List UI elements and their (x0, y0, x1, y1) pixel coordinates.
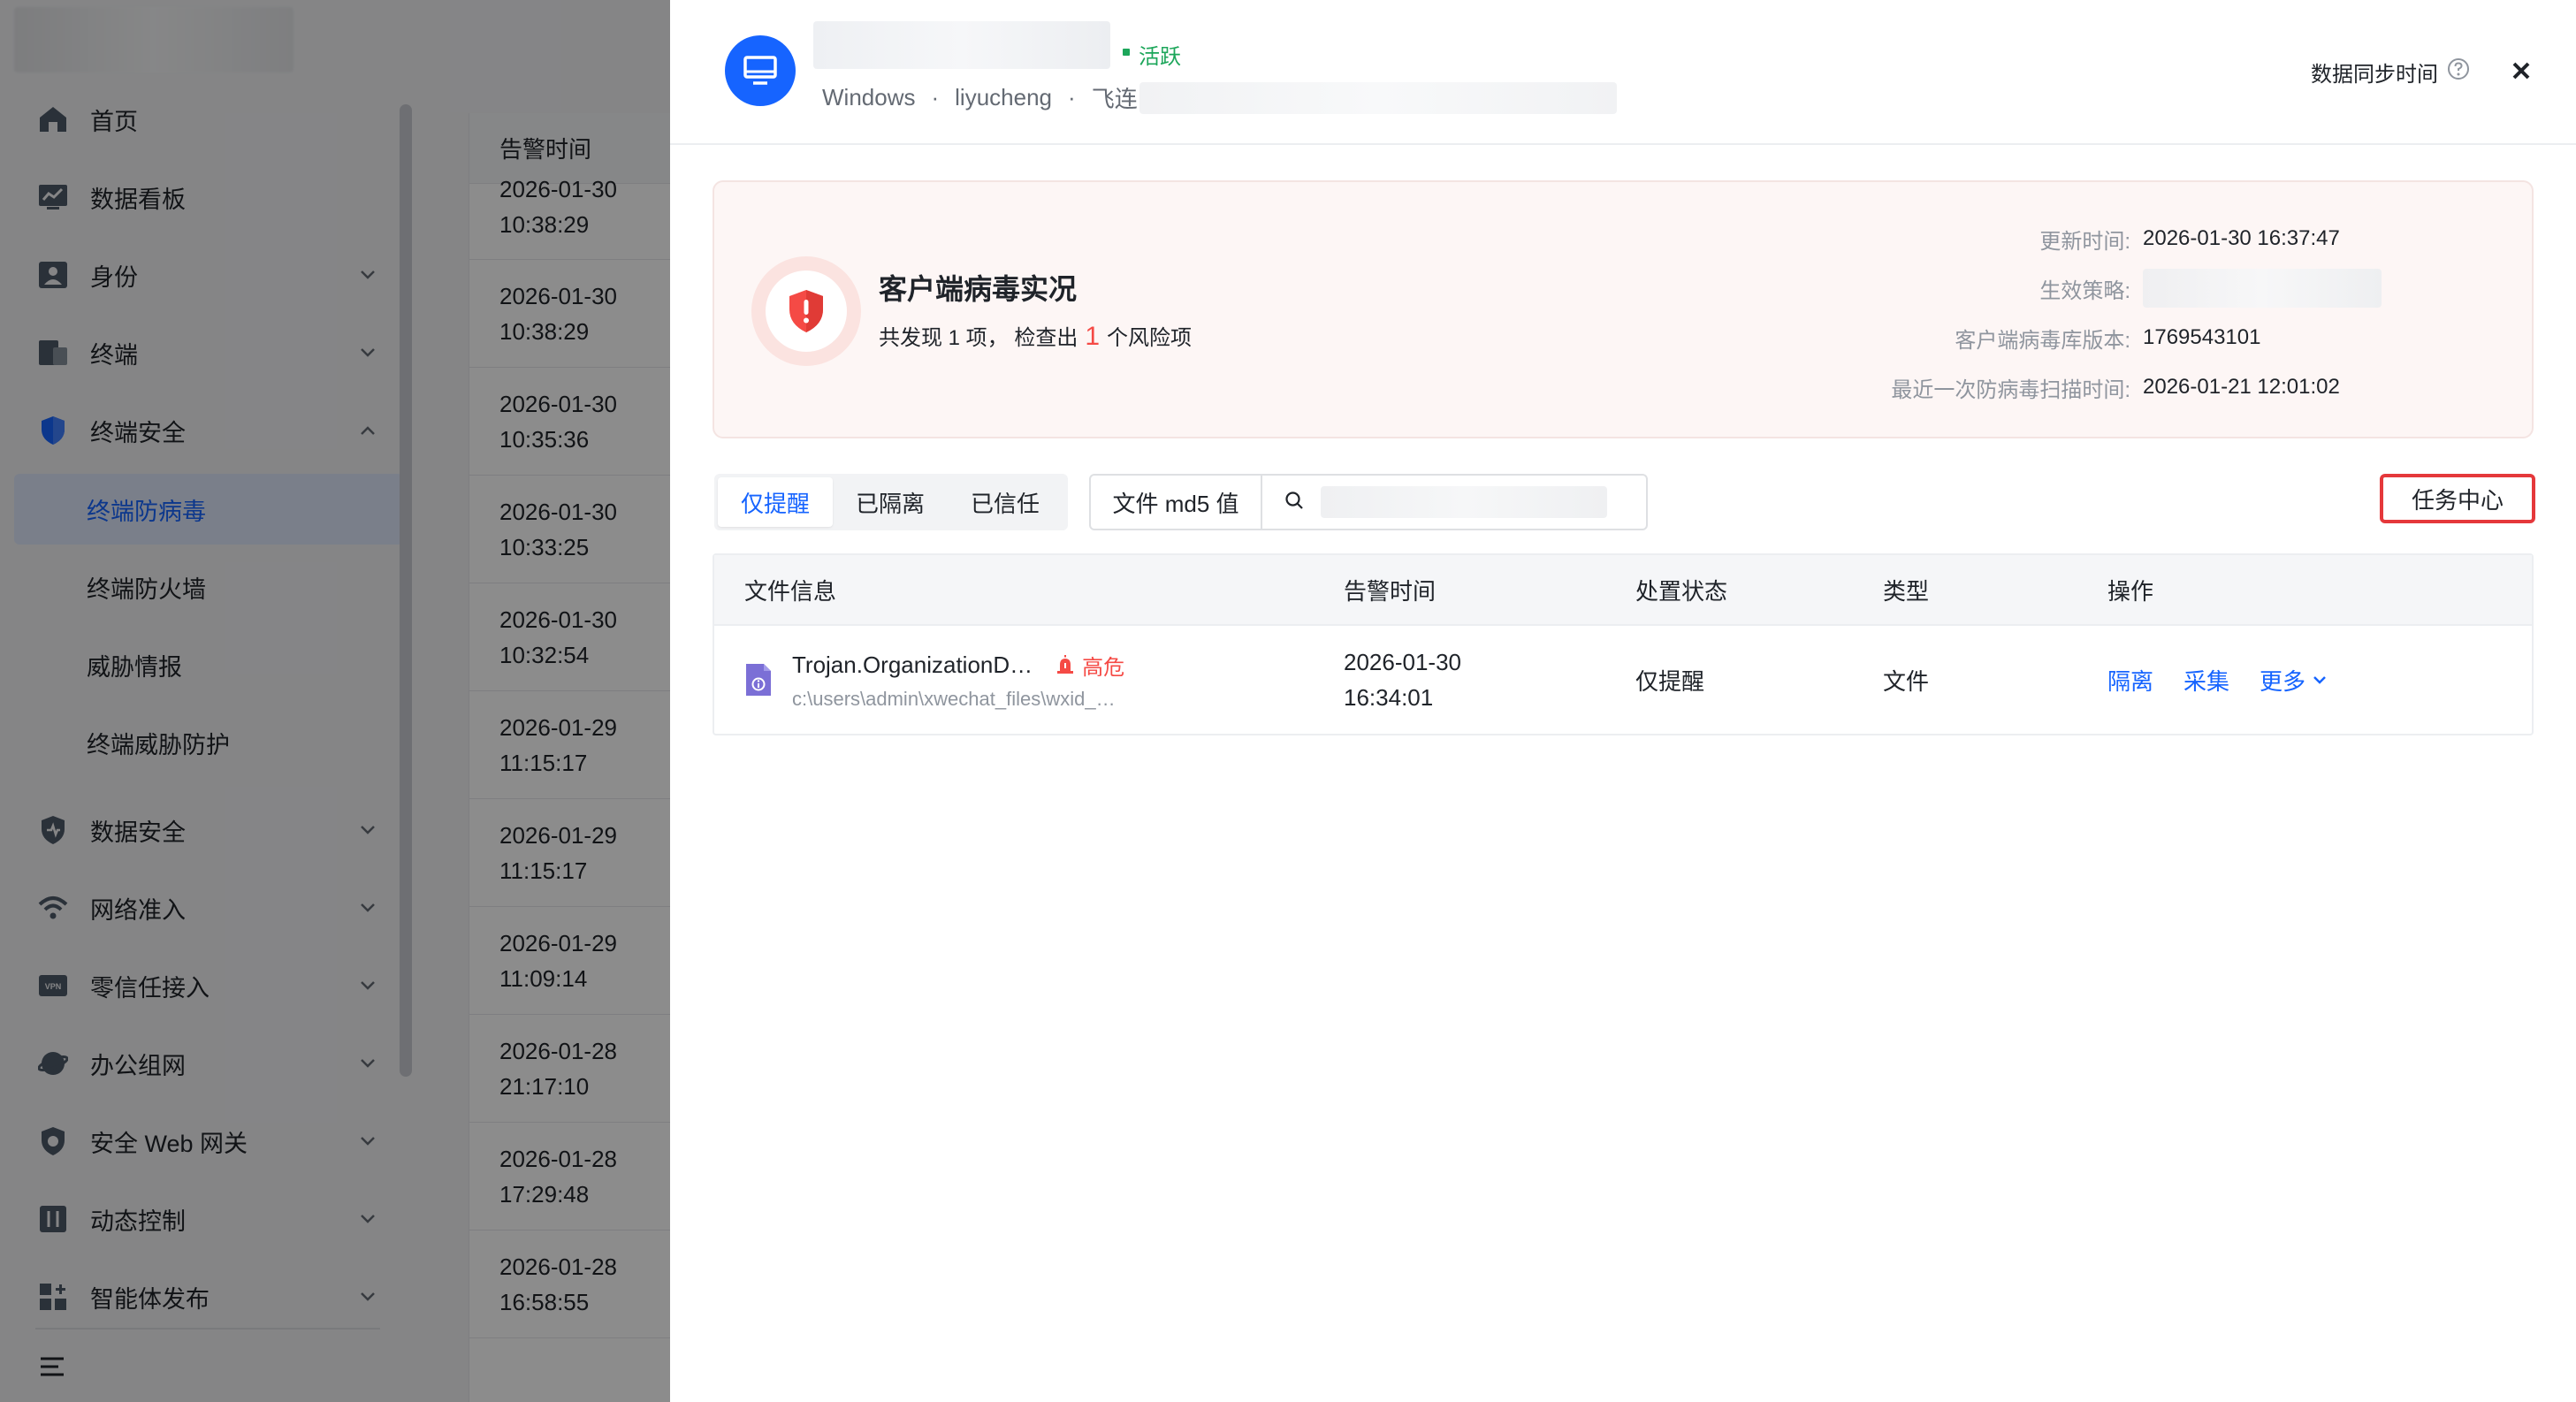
drawer-header: 活跃 Windows · liyucheng · 飞连 数据同步时间 (670, 0, 2576, 145)
status-tabs: 仅提醒 已隔离 已信任 (714, 474, 1068, 530)
update-time-label: 更新时间: (2039, 229, 2130, 254)
collect-link[interactable]: 采集 (2184, 664, 2229, 697)
device-meta: Windows · liyucheng · 飞连 (822, 81, 1617, 114)
policy-value-blurred (2143, 269, 2382, 308)
risk-count: 1 (1085, 322, 1101, 351)
search-icon (1284, 490, 1305, 515)
status-dot (1123, 49, 1130, 56)
alert-time: 16:34:01 (1344, 684, 1434, 711)
file-name[interactable]: Trojan.OrganizationD… (792, 651, 1033, 679)
sync-label: 数据同步时间 (2311, 63, 2438, 87)
header-file-info: 文件信息 (744, 577, 837, 605)
more-dropdown[interactable]: 更多 (2260, 664, 2327, 697)
alarm-icon (1057, 655, 1074, 674)
last-scan-label: 最近一次防病毒扫描时间: (1891, 377, 2130, 402)
tab-remind-only[interactable]: 仅提醒 (718, 477, 834, 527)
file-info-cell: Trojan.OrganizationD… 高危 c:\users\admin\… (714, 650, 1344, 711)
table-header: 文件信息 告警时间 处置状态 类型 操作 (714, 555, 2532, 626)
risk-badge: 高危 (1056, 650, 1124, 681)
search-input[interactable] (1262, 486, 1646, 518)
search-filter: 文件 md5 值 (1089, 474, 1648, 530)
chevron-down-icon (2313, 676, 2326, 684)
header-actions: 操作 (2107, 577, 2154, 605)
device-os: Windows (822, 84, 916, 110)
summary-description: 共发现 1 项， 检查出 1 个风险项 (879, 320, 1192, 352)
table-row: Trojan.OrganizationD… 高危 c:\users\admin\… (714, 626, 2532, 734)
file-icon (744, 662, 773, 697)
data-sync-time[interactable]: 数据同步时间 (2311, 57, 2470, 88)
tab-isolated[interactable]: 已隔离 (833, 477, 948, 527)
summary-title: 客户端病毒实况 (879, 273, 1078, 305)
policy-row: 生效策略: (1886, 263, 2452, 313)
file-name-line: Trojan.OrganizationD… 高危 (792, 650, 1124, 681)
isolate-link[interactable]: 隔离 (2107, 664, 2153, 697)
device-meta-blurred (1139, 81, 1617, 114)
alert-time-cell: 2026-01-30 16:34:01 (1344, 644, 1635, 715)
update-time-value: 2026-01-30 16:37:47 (2143, 226, 2340, 250)
device-name-blurred (813, 21, 1110, 69)
db-version-row: 客户端病毒库版本: 1769543101 (1886, 313, 2452, 362)
separator: · (931, 84, 940, 110)
more-label: 更多 (2260, 667, 2306, 695)
file-path: c:\users\admin\xwechat_files\wxid_… (792, 687, 1116, 710)
help-icon[interactable] (2447, 57, 2470, 87)
alert-date: 2026-01-30 (1344, 649, 1461, 675)
summary-desc-prefix: 共发现 1 项， 检查出 (879, 326, 1078, 350)
db-version-value: 1769543101 (2143, 325, 2261, 349)
tab-trusted[interactable]: 已信任 (948, 477, 1063, 527)
endpoint-detail-drawer: 活跃 Windows · liyucheng · 飞连 数据同步时间 客户端病毒… (670, 0, 2576, 1402)
desktop-icon (725, 35, 796, 106)
policy-label: 生效策略: (2039, 278, 2130, 303)
type-cell: 文件 (1883, 667, 1930, 695)
search-value-blurred (1321, 486, 1607, 518)
actions-cell: 隔离 采集 更多 (2107, 664, 2532, 697)
risk-level: 高危 (1082, 655, 1125, 680)
alert-shield-icon (751, 256, 861, 366)
device-client: 飞连 (1091, 86, 1138, 112)
header-status: 处置状态 (1635, 577, 1728, 605)
last-scan-value: 2026-01-21 12:01:02 (2143, 375, 2340, 399)
last-scan-row: 最近一次防病毒扫描时间: 2026-01-21 12:01:02 (1886, 362, 2452, 412)
header-alert-time: 告警时间 (1344, 577, 1437, 605)
db-version-label: 客户端病毒库版本: (1955, 328, 2130, 353)
antivirus-summary-card: 客户端病毒实况 共发现 1 项， 检查出 1 个风险项 更新时间: 2026-0… (713, 180, 2534, 438)
device-user: liyucheng (955, 84, 1053, 110)
update-time-row: 更新时间: 2026-01-30 16:37:47 (1886, 214, 2452, 263)
status-badge: 活跃 (1139, 45, 1181, 69)
separator: · (1068, 84, 1076, 110)
header-type: 类型 (1883, 577, 1930, 605)
filter-field-select[interactable]: 文件 md5 值 (1091, 476, 1262, 529)
status-cell: 仅提醒 (1635, 667, 1705, 695)
close-icon[interactable] (2505, 55, 2537, 87)
task-center-button[interactable]: 任务中心 (2380, 474, 2535, 523)
virus-alert-table: 文件信息 告警时间 处置状态 类型 操作 Trojan.Organization… (713, 553, 2534, 735)
summary-desc-suffix: 个风险项 (1107, 326, 1193, 350)
summary-details: 更新时间: 2026-01-30 16:37:47 生效策略: 客户端病毒库版本… (1886, 214, 2452, 412)
